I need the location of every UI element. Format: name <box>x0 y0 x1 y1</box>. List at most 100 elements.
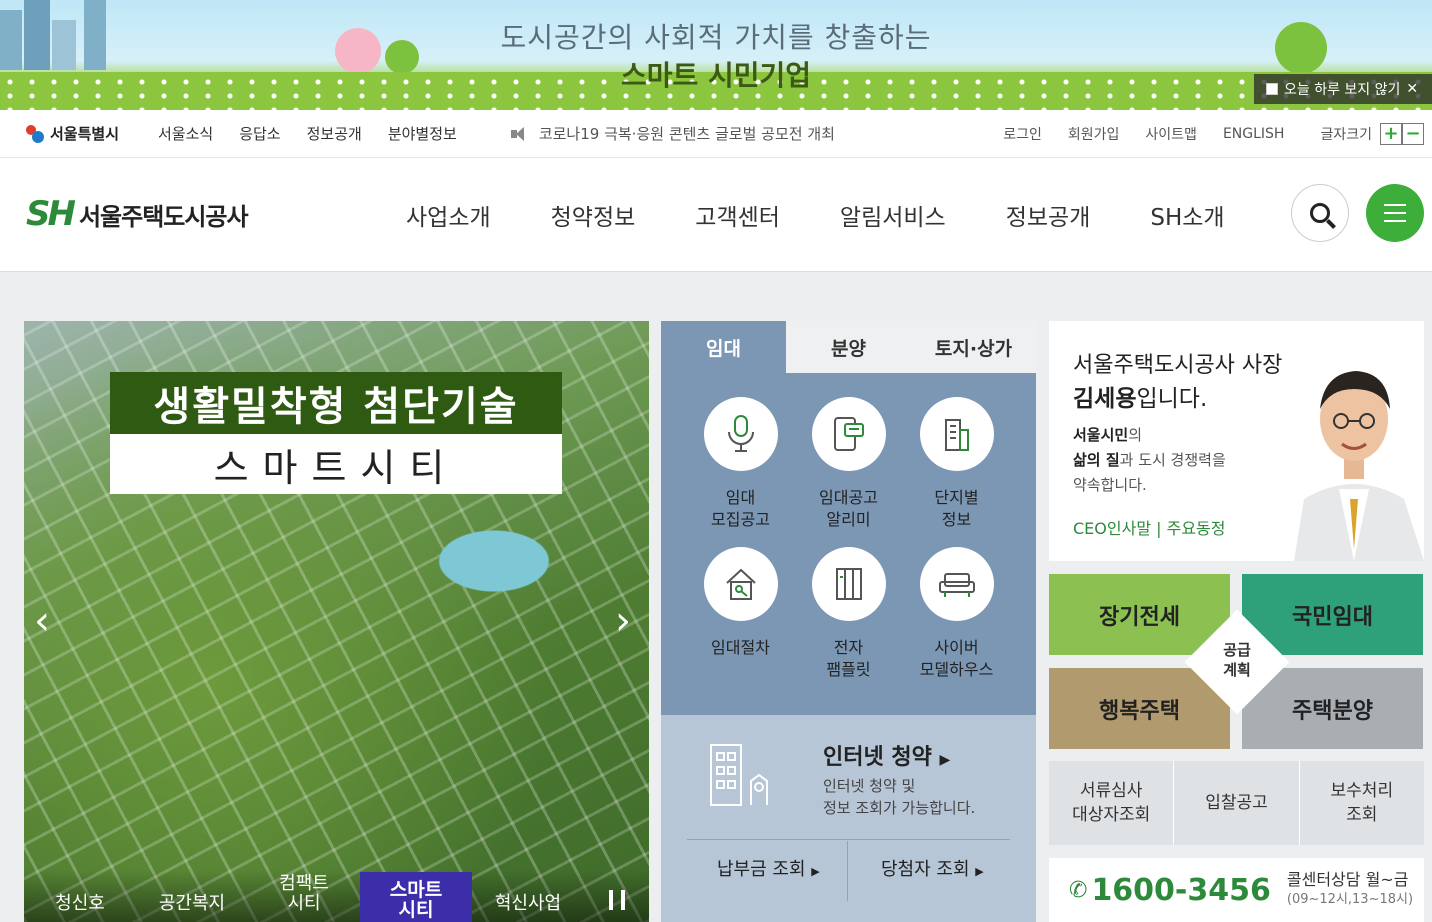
prev-arrow-icon[interactable]: ‹ <box>34 601 54 641</box>
internet-subscription[interactable]: 인터넷 청약 ▶ 인터넷 청약 및 정보 조회가 가능합니다. 납부금 조회 ▶… <box>661 715 1036 922</box>
call-center-number[interactable]: ✆ 1600-3456 <box>1069 873 1271 908</box>
hero-slider[interactable]: 생활밀착형 첨단기술 스마트시티 ‹ › 청신호 공간복지 컴팩트 시티 스마트… <box>24 321 649 922</box>
tab-land[interactable]: 토지·상가 <box>911 321 1036 373</box>
rental-menu-item[interactable]: 임대공고 알리미 <box>795 397 903 531</box>
font-increase-button[interactable]: + <box>1380 123 1402 145</box>
main-header: SH 서울주택도시공사 사업소개 청약정보 고객센터 알림서비스 정보공개 SH… <box>0 158 1432 272</box>
hero-subtitle: 스마트시티 <box>110 434 562 494</box>
hero-tab-active[interactable]: 스마트 시티 <box>360 872 472 922</box>
bid-notice-link[interactable]: 입찰공고 <box>1174 761 1300 845</box>
ceo-title: 서울주택도시공사 사장 <box>1073 353 1283 378</box>
ceo-name-line: 김세용입니다. <box>1073 386 1208 412</box>
rental-panel: 임대 분양 토지·상가 임대 모집공고 임대공고 알리미 단지별 정보 임대절차… <box>661 321 1036 922</box>
phone-icon: ✆ <box>1069 877 1088 903</box>
util-nav-item[interactable]: 분야별정보 <box>388 123 457 144</box>
seoul-logo-text: 서울특별시 <box>50 125 120 143</box>
seoul-logo[interactable]: 서울특별시 <box>24 123 134 145</box>
speaker-icon <box>510 126 531 141</box>
utility-bar: 서울특별시 서울소식 응답소 정보공개 분야별정보 코로나19 극복·응원 콘텐… <box>0 110 1432 158</box>
tab-sale[interactable]: 분양 <box>786 321 911 373</box>
hero-tab[interactable]: 공간복지 <box>136 894 248 922</box>
rental-menu-item[interactable]: 임대 모집공고 <box>687 397 795 531</box>
rental-menu-label: 임대절차 <box>711 638 770 657</box>
util-nav-item[interactable]: 정보공개 <box>307 123 362 144</box>
gnb-item[interactable]: 정보공개 <box>1006 198 1091 232</box>
login-link[interactable]: 로그인 <box>1003 124 1042 144</box>
close-today-label: 오늘 하루 보지 않기 <box>1284 82 1401 98</box>
building-icon <box>919 397 994 471</box>
hero-tab[interactable]: 컴팩트 시티 <box>248 874 360 922</box>
arrow-right-icon: ▶ <box>975 865 984 878</box>
pause-icon[interactable] <box>609 890 625 910</box>
sh-logo[interactable]: SH 서울주택도시공사 <box>26 194 249 234</box>
winner-inquiry-link[interactable]: 당첨자 조회 ▶ <box>881 855 984 881</box>
rental-tabs: 임대 분양 토지·상가 <box>661 321 1036 373</box>
sofa-icon <box>919 547 994 621</box>
call-center: ✆ 1600-3456 콜센터상담 월~금 (09~12시,13~18시) <box>1049 858 1424 922</box>
phone-message-icon <box>811 397 886 471</box>
rental-menu-label: 임대공고 알리미 <box>819 488 878 529</box>
gnb-item[interactable]: 사업소개 <box>406 198 491 232</box>
promo-line2: 스마트 시민기업 <box>620 59 812 92</box>
gnb-item[interactable]: 청약정보 <box>551 198 636 232</box>
notice-text[interactable]: 코로나19 극복·응원 콘텐츠 글로벌 공모전 개최 <box>539 123 835 144</box>
rental-menu-label: 사이버 모델하우스 <box>919 638 994 679</box>
quick-links: 서류심사 대상자조회 입찰공고 보수처리 조회 <box>1049 761 1424 845</box>
rental-menu-item[interactable]: 사이버 모델하우스 <box>903 547 1011 681</box>
document-review-link[interactable]: 서류심사 대상자조회 <box>1049 761 1175 845</box>
next-arrow-icon[interactable]: › <box>615 601 635 641</box>
global-nav: 사업소개 청약정보 고객센터 알림서비스 정보공개 SH소개 <box>376 198 1255 232</box>
checkbox-icon[interactable] <box>1266 83 1278 95</box>
arrow-right-icon: ▶ <box>811 865 820 878</box>
repair-inquiry-link[interactable]: 보수처리 조회 <box>1300 761 1424 845</box>
font-decrease-button[interactable]: − <box>1402 123 1424 145</box>
rental-menu-label: 전자 팸플릿 <box>826 638 871 679</box>
hero-tabs: 청신호 공간복지 컴팩트 시티 스마트 시티 혁신사업 <box>24 870 649 922</box>
rental-menu-item[interactable]: 전자 팸플릿 <box>795 547 903 681</box>
house-key-icon <box>703 547 778 621</box>
search-button[interactable] <box>1291 184 1349 242</box>
sitemap-link[interactable]: 사이트맵 <box>1145 124 1197 144</box>
ceo-message: 서울시민의 삶의 질과 도시 경쟁력을 약속합니다. <box>1073 426 1226 494</box>
play-arrow-icon: ▶ <box>939 752 951 768</box>
close-icon[interactable]: ✕ <box>1406 81 1418 97</box>
font-size-control: 글자크기 + − <box>1320 123 1424 145</box>
util-nav-item[interactable]: 응답소 <box>239 123 280 144</box>
ceo-links[interactable]: CEO인사말 | 주요동정 <box>1073 515 1225 539</box>
util-nav-item[interactable]: 서울소식 <box>158 123 213 144</box>
signup-link[interactable]: 회원가입 <box>1068 124 1120 144</box>
microphone-icon <box>703 397 778 471</box>
payment-inquiry-link[interactable]: 납부금 조회 ▶ <box>717 855 820 881</box>
hero-tab[interactable]: 혁신사업 <box>472 894 584 922</box>
internet-title[interactable]: 인터넷 청약 ▶ <box>823 739 950 771</box>
promo-line1: 도시공간의 사회적 가치를 창출하는 <box>500 21 932 54</box>
supply-plan-label: 공급 계획 <box>1223 641 1251 679</box>
apartment-icon <box>707 741 777 815</box>
notice-ticker[interactable]: 코로나19 극복·응원 콘텐츠 글로벌 공모전 개최 <box>510 123 931 144</box>
gnb-item[interactable]: 고객센터 <box>695 198 780 232</box>
ceo-box: 서울주택도시공사 사장 김세용입니다. 서울시민의 삶의 질과 도시 경쟁력을 … <box>1049 321 1424 561</box>
gnb-item[interactable]: SH소개 <box>1150 198 1224 232</box>
sh-logo-text: 서울주택도시공사 <box>78 202 249 231</box>
rental-menu-grid: 임대 모집공고 임대공고 알리미 단지별 정보 임대절차 전자 팸플릿 사이버 … <box>661 373 1036 681</box>
rental-menu-label: 임대 모집공고 <box>711 488 770 529</box>
internet-description: 인터넷 청약 및 정보 조회가 가능합니다. <box>823 777 976 817</box>
english-link[interactable]: ENGLISH <box>1223 126 1285 142</box>
sh-logo-mark: SH <box>26 194 76 234</box>
pamphlet-icon <box>811 547 886 621</box>
promo-banner: 도시공간의 사회적 가치를 창출하는 스마트 시민기업 오늘 하루 보지 않기 … <box>0 0 1432 110</box>
tab-rental[interactable]: 임대 <box>661 321 786 373</box>
hero-title: 생활밀착형 첨단기술 <box>110 372 562 434</box>
gnb-item[interactable]: 알림서비스 <box>840 198 946 232</box>
hamburger-icon <box>1384 204 1406 206</box>
all-menu-button[interactable] <box>1366 184 1424 242</box>
call-center-hours: 콜센터상담 월~금 (09~12시,13~18시) <box>1286 870 1414 908</box>
supply-plan: 장기전세 국민임대 행복주택 주택분양 공급 계획 <box>1049 574 1424 749</box>
rental-menu-item[interactable]: 단지별 정보 <box>903 397 1011 531</box>
rental-menu-item[interactable]: 임대절차 <box>687 547 795 681</box>
close-today-button[interactable]: 오늘 하루 보지 않기 ✕ <box>1254 74 1432 104</box>
ceo-portrait <box>1294 371 1424 561</box>
rental-menu-label: 단지별 정보 <box>934 488 979 529</box>
utility-links: 로그인 회원가입 사이트맵 ENGLISH 글자크기 + − <box>1003 110 1432 158</box>
hero-tab[interactable]: 청신호 <box>24 894 136 922</box>
